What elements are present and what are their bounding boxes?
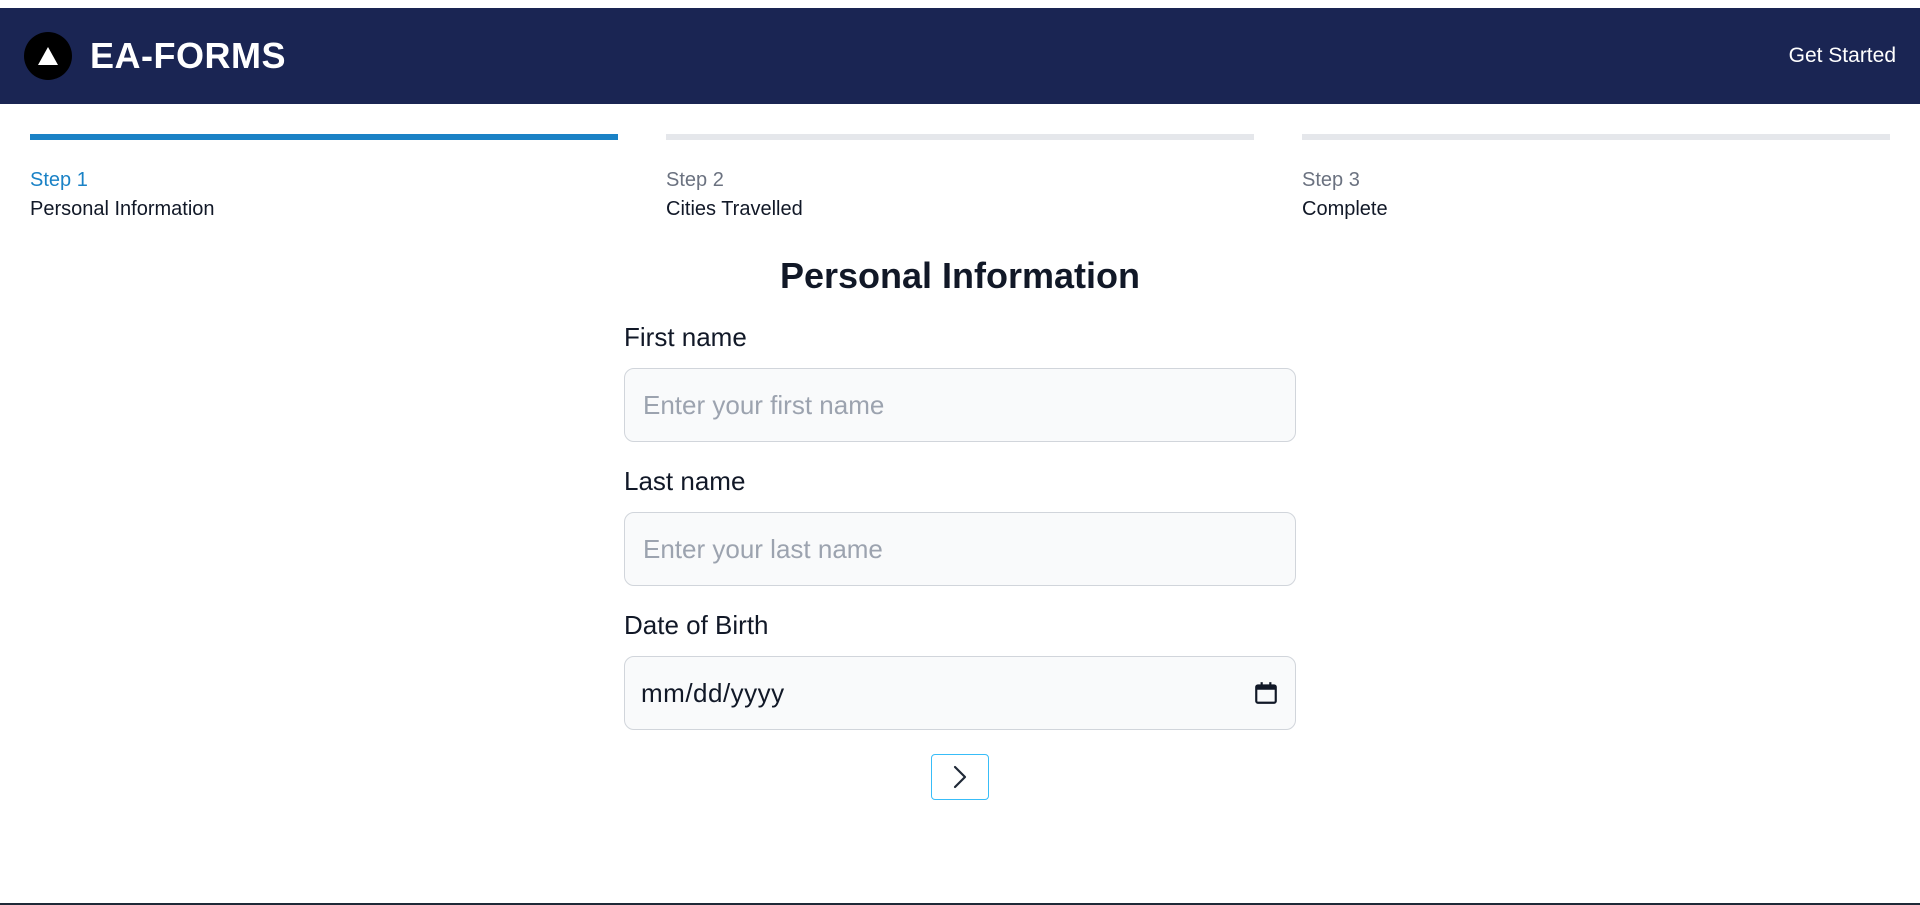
step-2[interactable]: Step 2 Cities Travelled	[666, 134, 1254, 224]
step-title: Personal Information	[30, 198, 215, 220]
last-name-label: Last name	[624, 466, 746, 496]
dob-field: Date of Birth mm/dd/yyyy	[624, 610, 1296, 730]
chevron-right-icon	[953, 765, 967, 789]
step-3[interactable]: Step 3 Complete	[1302, 134, 1890, 224]
step-number: Step 1	[30, 169, 88, 191]
first-name-input-wrapper	[624, 368, 1296, 442]
navbar: EA-FORMS Get Started	[0, 8, 1920, 104]
top-strip	[0, 0, 1920, 8]
first-name-label: First name	[624, 322, 747, 352]
step-number: Step 2	[666, 169, 724, 191]
get-started-link[interactable]: Get Started	[1789, 44, 1896, 68]
step-1[interactable]: Step 1 Personal Information	[30, 134, 618, 224]
step-number: Step 3	[1302, 169, 1360, 191]
first-name-input[interactable]	[641, 388, 1279, 422]
next-button[interactable]	[931, 754, 989, 800]
calendar-icon[interactable]	[1253, 680, 1279, 706]
form-actions	[624, 754, 1296, 800]
stepper: Step 1 Personal Information Step 2 Citie…	[0, 104, 1920, 224]
brand-name: EA-FORMS	[90, 35, 286, 76]
first-name-field: First name	[624, 322, 1296, 442]
last-name-input[interactable]	[641, 532, 1279, 566]
logo-icon	[24, 32, 72, 80]
step-progress-bar	[1302, 134, 1890, 140]
dob-input[interactable]: mm/dd/yyyy	[624, 656, 1296, 730]
last-name-field: Last name	[624, 466, 1296, 586]
personal-info-form: Personal Information First name Last nam…	[624, 254, 1296, 800]
form-title: Personal Information	[779, 255, 1141, 296]
last-name-input-wrapper	[624, 512, 1296, 586]
step-title: Complete	[1302, 198, 1388, 220]
brand[interactable]: EA-FORMS	[24, 32, 286, 80]
dob-label: Date of Birth	[624, 610, 769, 640]
step-title: Cities Travelled	[666, 198, 803, 220]
step-progress-bar	[666, 134, 1254, 140]
step-progress-bar	[30, 134, 618, 140]
dob-value: mm/dd/yyyy	[641, 677, 785, 708]
